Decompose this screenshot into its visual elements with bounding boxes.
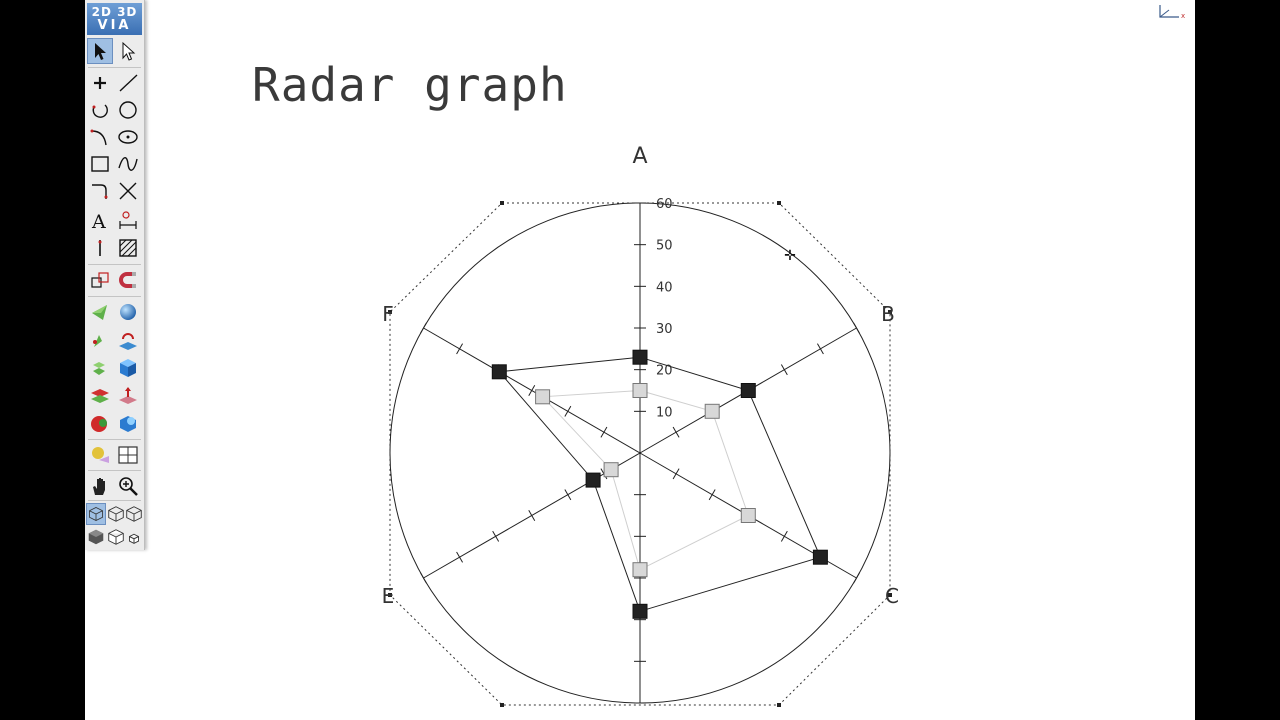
radar-axis-label-E: E	[382, 584, 395, 608]
radar-tick-label: 40	[656, 280, 673, 295]
radar-tick-label: 30	[656, 322, 673, 337]
rotate-solid-icon[interactable]	[87, 410, 113, 436]
radar-data-point	[585, 472, 601, 488]
radar-tick	[564, 489, 572, 501]
radar-tick	[600, 426, 608, 438]
view-wire-icon[interactable]	[106, 526, 126, 548]
radar-data-point	[603, 462, 619, 478]
radar-tick-label: 60	[656, 197, 673, 212]
boolean-icon[interactable]	[115, 410, 141, 436]
radar-axis-label-A: A	[632, 144, 647, 169]
selection-handle	[777, 703, 781, 707]
view-iso-wire-icon[interactable]	[86, 503, 106, 525]
axis-origin-icon: x	[1159, 5, 1185, 20]
selection-handle	[500, 703, 504, 707]
radar-tick	[816, 343, 824, 355]
dimension-icon[interactable]	[115, 207, 141, 233]
radar-data-point	[535, 389, 551, 405]
radar-axis-label-B: B	[881, 302, 895, 326]
trim-icon[interactable]	[115, 178, 141, 204]
radar-data-point	[740, 508, 756, 523]
surface-stack-icon[interactable]	[87, 383, 113, 409]
radar-axis-label-F: F	[382, 302, 394, 326]
extrude-up-icon[interactable]	[115, 327, 141, 353]
move-copy-icon[interactable]	[87, 267, 113, 293]
radar-tick-label: 50	[656, 239, 673, 254]
vertical-line-icon[interactable]	[87, 235, 113, 261]
radar-tick	[420, 322, 427, 334]
radar-data-point	[632, 383, 648, 398]
circle-icon[interactable]	[115, 97, 141, 123]
push-pull-icon[interactable]	[115, 383, 141, 409]
move-cursor-icon: ✛	[784, 248, 796, 264]
rectangle-icon[interactable]	[87, 151, 113, 177]
radar-tick	[672, 426, 680, 438]
radar-tick	[780, 364, 788, 376]
magnet-icon[interactable]	[115, 267, 141, 293]
radar-data-point	[704, 403, 720, 419]
radar-tick	[564, 405, 572, 417]
zoom-icon[interactable]	[115, 473, 141, 499]
line-icon[interactable]	[115, 70, 141, 96]
text-icon[interactable]: A	[87, 207, 113, 233]
radar-tick	[780, 530, 788, 542]
radar-tick	[456, 343, 464, 355]
radar-tick	[528, 510, 536, 521]
logo-text-top: 2D 3D	[91, 5, 138, 19]
selection-handle	[777, 201, 781, 205]
logo-text-bottom: VIA	[97, 18, 132, 33]
radar-data-point	[812, 549, 828, 565]
app-logo: 2D 3D VIA	[87, 3, 142, 35]
radar-tick	[456, 551, 464, 563]
radar-tick	[853, 322, 860, 334]
radar-tick	[708, 489, 716, 501]
radar-data-point	[632, 349, 648, 365]
ellipse-icon[interactable]	[115, 124, 141, 150]
radar-data-point	[632, 603, 648, 619]
radar-tick	[492, 530, 500, 542]
radar-tick	[420, 572, 427, 584]
arc-tangent-icon[interactable]	[87, 124, 113, 150]
radar-data-point	[740, 383, 756, 398]
radar-data-point	[632, 562, 648, 578]
radar-axis-label-C: C	[885, 584, 899, 608]
hatch-icon[interactable]	[115, 235, 141, 261]
radar-tick-label: 20	[656, 364, 673, 379]
radar-tick	[853, 572, 860, 584]
radar-tick-label: 10	[656, 405, 673, 420]
arc-3point-icon[interactable]	[87, 97, 113, 123]
view-iso-alt-icon[interactable]	[124, 503, 144, 525]
pan-hand-icon[interactable]	[87, 473, 113, 499]
radar-tick	[528, 385, 536, 396]
radar-data-point	[491, 364, 507, 380]
radar-chart: 10 20 30 40 50 60 A B C E F ✛	[382, 144, 899, 707]
axis-origin-x-label: x	[1181, 12, 1185, 20]
sphere-icon[interactable]	[115, 299, 141, 325]
radar-tick	[672, 468, 680, 480]
selection-handle	[500, 201, 504, 205]
layout-icon[interactable]	[115, 442, 141, 468]
material-icon[interactable]	[87, 442, 113, 468]
point-icon[interactable]	[87, 70, 113, 96]
fillet-icon[interactable]	[87, 178, 113, 204]
tool-palette: 2D 3D VIA A	[85, 0, 145, 550]
view-shaded-icon[interactable]	[86, 526, 106, 548]
select-arrow-outline-icon[interactable]	[115, 38, 141, 64]
view-small-icon[interactable]	[124, 526, 144, 548]
svg-text:A: A	[91, 211, 106, 231]
cone-icon[interactable]	[87, 299, 113, 325]
view-iso-icon[interactable]	[106, 503, 126, 525]
select-arrow-icon[interactable]	[87, 38, 113, 64]
revolve-icon[interactable]	[87, 327, 113, 353]
box-icon[interactable]	[115, 355, 141, 381]
spline-icon[interactable]	[115, 151, 141, 177]
loft-icon[interactable]	[87, 355, 113, 381]
